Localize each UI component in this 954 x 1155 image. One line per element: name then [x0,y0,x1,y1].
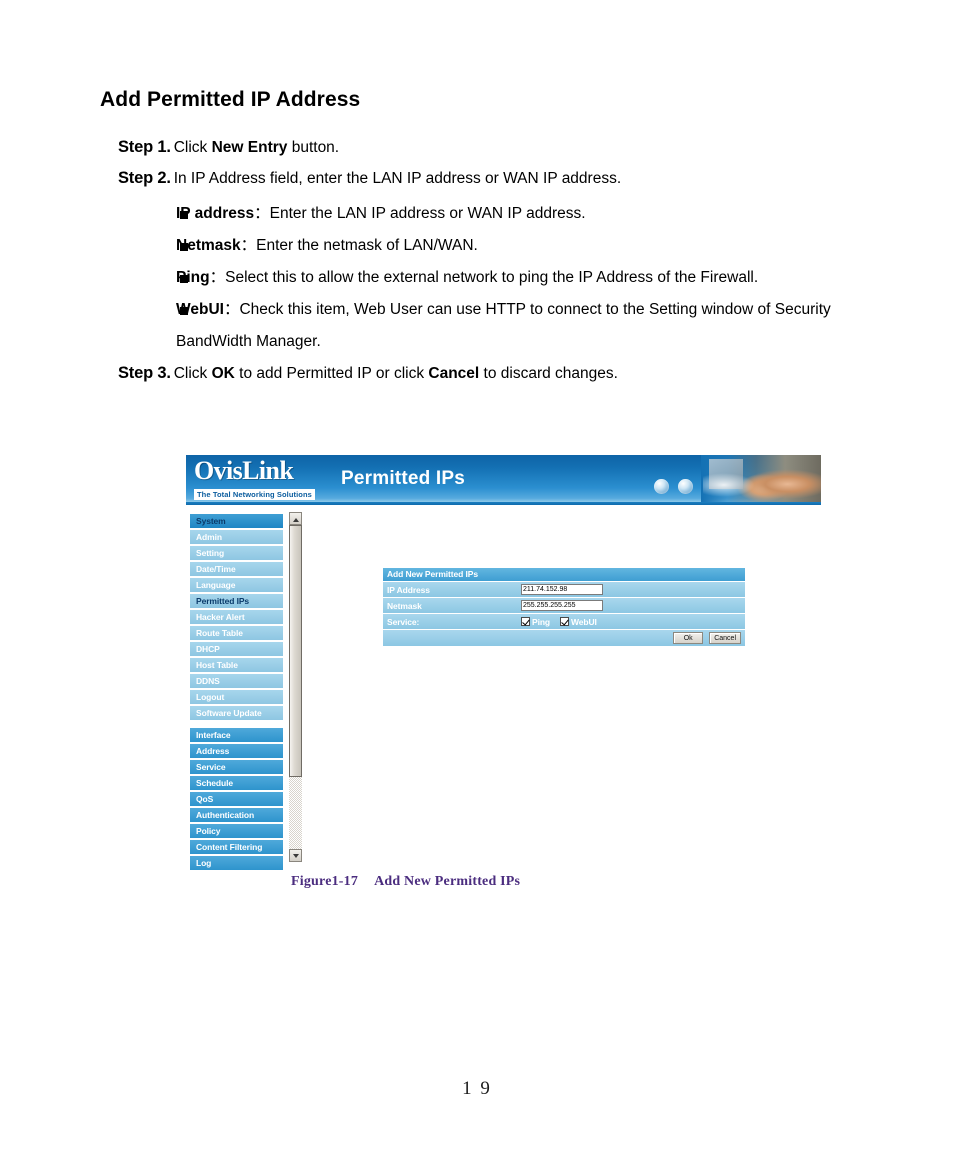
bullet-description: Check this item, Web User can use HTTP t… [176,301,831,350]
netmask-label: Netmask [387,600,422,611]
sidebar-item-schedule[interactable]: Schedule [190,776,283,790]
bullet-description: Select this to allow the external networ… [225,269,759,286]
list-item: IP address：Enter the LAN IP address or W… [118,198,908,230]
step-3-label: Step 3. [118,364,171,382]
figure-title: Add New Permitted IPs [374,874,521,889]
square-bullet-icon [180,211,188,219]
sidebar-item-permitted-ips[interactable]: Permitted IPs [190,594,283,608]
sidebar-item-hacker-alert[interactable]: Hacker Alert [190,610,283,624]
netmask-input[interactable]: 255.255.255.255 [521,600,603,611]
list-item: Ping：Select this to allow the external n… [118,262,908,294]
sidebar-item-service[interactable]: Service [190,760,283,774]
step-1-post: button. [287,139,340,156]
square-bullet-icon [180,307,188,315]
logo-wordmark: OvisLink [194,456,294,485]
bullet-separator: ： [254,205,270,222]
step-3-bold-cancel: Cancel [428,365,480,382]
photo-screen-glow [703,473,755,497]
bullet-separator: ： [223,301,240,318]
webui-checkbox[interactable] [560,617,570,626]
bullet-separator: ： [240,237,257,254]
square-bullet-icon [180,243,188,251]
form-row-service: Service: Ping WebUI [383,614,745,629]
ok-button[interactable]: Ok [673,632,704,644]
form-row-netmask: Netmask 255.255.255.255 [383,598,745,613]
step-2-line: Step 2. In IP Address field, enter the LA… [118,167,908,190]
cancel-button[interactable]: Cancel [709,632,741,644]
step-1-line: Step 1. Click New Entry button. [118,136,908,159]
service-label: Service: [387,616,420,627]
step-1-label: Step 1. [118,138,171,156]
ip-address-input[interactable]: 211.74.152.98 [521,584,603,595]
panel-footer: Ok Cancel [383,630,745,646]
sidebar-item-qos[interactable]: QoS [190,792,283,806]
sidebar-item-authentication[interactable]: Authentication [190,808,283,822]
field-description-list: IP address：Enter the LAN IP address or W… [118,198,908,358]
sidebar-item-address[interactable]: Address [190,744,283,758]
scroll-down-arrow-icon[interactable] [289,849,302,862]
globe-icon [678,479,693,494]
step-1-pre: Click [173,139,212,156]
step-1-bold: New Entry [211,139,288,156]
step-2-text: In IP Address field, enter the LAN IP ad… [173,170,622,187]
header-icon-group [654,479,693,494]
bullet-description: Enter the netmask of LAN/WAN. [256,237,478,254]
app-sidebar: System Admin Setting Date/Time Language … [190,514,283,872]
sidebar-item-host-table[interactable]: Host Table [190,658,283,672]
step-3-bold-ok: OK [211,365,235,382]
form-row-ip-address: IP Address 211.74.152.98 [383,582,745,597]
bullet-separator: ： [209,269,226,286]
sidebar-item-date-time[interactable]: Date/Time [190,562,283,576]
square-bullet-icon [180,275,188,283]
ovislink-logo: OvisLink The Total Networking Solutions [194,458,334,502]
sidebar-item-setting[interactable]: Setting [190,546,283,560]
webui-checkbox-label: WebUI [571,616,597,627]
logo-tagline: The Total Networking Solutions [194,489,315,500]
ping-checkbox-wrapper[interactable]: Ping [521,617,550,627]
sidebar-item-dhcp[interactable]: DHCP [190,642,283,656]
list-item: Netmask：Enter the netmask of LAN/WAN. [118,230,908,262]
figure-caption: Figure1-17 Add New Permitted IPs [291,874,520,890]
sidebar-item-route-table[interactable]: Route Table [190,626,283,640]
sidebar-item-admin[interactable]: Admin [190,530,283,544]
ping-checkbox[interactable] [521,617,530,626]
steps-container: Step 1. Click New Entry button. Step 2. In… [118,136,908,393]
panel-title: Add New Permitted IPs [383,568,745,581]
step-3-post: to discard changes. [479,365,618,382]
sidebar-item-log[interactable]: Log [190,856,283,870]
app-page-title: Permitted IPs [341,468,466,489]
bullet-description: Enter the LAN IP address or WAN IP addre… [269,205,586,222]
embedded-app-screenshot: OvisLink The Total Networking Solutions … [186,455,821,870]
ping-checkbox-label: Ping [532,616,551,627]
sidebar-item-content-filtering[interactable]: Content Filtering [190,840,283,854]
sidebar-group-system[interactable]: System [190,514,283,528]
step-3-line: Step 3. Click OK to add Permitted IP or c… [118,362,908,385]
globe-icon [654,479,669,494]
header-photo [701,455,821,502]
webui-checkbox-wrapper[interactable]: WebUI [560,617,597,627]
step-2-label: Step 2. [118,169,171,187]
add-new-permitted-ips-panel: Add New Permitted IPs IP Address 211.74.… [383,568,745,646]
step-3-mid: to add Permitted IP or click [234,365,429,382]
step-3-pre: Click [173,365,212,382]
page-number: 1 9 [462,1078,492,1099]
sidebar-item-ddns[interactable]: DDNS [190,674,283,688]
figure-number: Figure1-17 [291,874,359,889]
service-checkbox-group: Ping WebUI [521,617,597,627]
app-header: OvisLink The Total Networking Solutions … [186,455,821,502]
app-body: System Admin Setting Date/Time Language … [186,510,821,870]
sidebar-item-logout[interactable]: Logout [190,690,283,704]
scroll-up-arrow-icon[interactable] [289,512,302,525]
list-item: WebUI：Check this item, Web User can use … [118,294,908,358]
sidebar-item-interface[interactable]: Interface [190,728,283,742]
sidebar-item-software-update[interactable]: Software Update [190,706,283,720]
sidebar-item-policy[interactable]: Policy [190,824,283,838]
vertical-scrollbar[interactable] [289,512,302,862]
ip-address-label: IP Address [387,584,430,595]
sidebar-item-language[interactable]: Language [190,578,283,592]
page-title: Add Permitted IP Address [100,88,361,111]
scrollbar-thumb[interactable] [289,525,302,777]
